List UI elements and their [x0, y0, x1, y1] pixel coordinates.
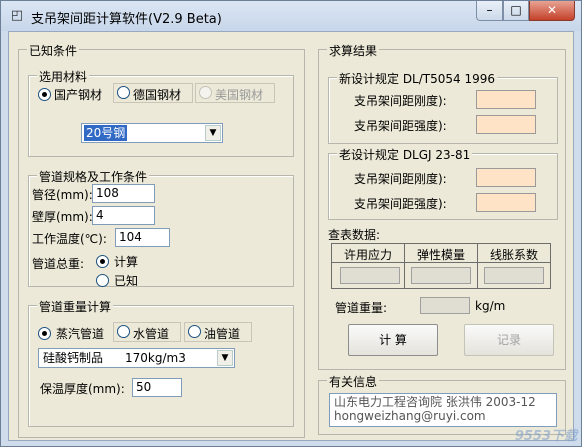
radio-steam-pipe[interactable] — [38, 327, 51, 340]
radio-oil-pipe[interactable] — [188, 325, 201, 338]
minimize-button[interactable]: – — [476, 1, 503, 21]
material-label: 选用材料 — [37, 68, 90, 85]
water-pipe-option[interactable]: 水管道 — [113, 322, 181, 342]
new-spec-label: 新设计规定 DL/T5054 1996 — [337, 70, 498, 87]
elastic-modulus-output — [411, 267, 471, 284]
radio-water-pipe[interactable] — [117, 325, 130, 338]
old-stiffness-output — [476, 168, 536, 187]
pipe-weight-output — [420, 297, 470, 314]
title-bar[interactable]: ◰ 支吊架间距计算软件(V2.9 Beta) – □ ✕ — [1, 1, 581, 31]
old-spec-label: 老设计规定 DLGJ 23-81 — [337, 146, 473, 163]
radio-german-steel[interactable] — [117, 86, 130, 99]
known-conditions-label: 已知条件 — [27, 42, 80, 59]
about-info-box: 山东电力工程咨询院 张洪伟 2003-12 hongweizhang@ruyi.… — [329, 393, 557, 427]
oil-pipe-label[interactable]: 油管道 — [204, 325, 240, 342]
new-stiffness-output — [476, 90, 536, 109]
results-label: 求算结果 — [327, 42, 380, 59]
old-strength-label: 支吊架间距强度): — [354, 197, 447, 211]
header-expansion-coef: 线胀系数 — [489, 248, 538, 262]
old-strength-output — [476, 193, 536, 212]
insulation-density-value: 170kg/m3 — [125, 351, 186, 365]
known-conditions-group: 已知条件 选用材料 国产钢材 德国钢材 美国钢材 20号钢 ▼ 管道规格及工作条… — [18, 42, 305, 438]
results-group: 求算结果 新设计规定 DL/T5054 1996 支吊架间距刚度): 支吊架间距… — [318, 42, 566, 370]
header-allowable-stress: 许用应力 — [343, 248, 392, 262]
german-steel-label[interactable]: 德国钢材 — [133, 86, 181, 103]
insulation-thickness-label: 保温厚度(mm): — [40, 382, 125, 396]
insulation-material-value: 硅酸钙制品 — [43, 351, 104, 365]
us-steel-option: 美国钢材 — [195, 83, 275, 103]
client-area: 已知条件 选用材料 国产钢材 德国钢材 美国钢材 20号钢 ▼ 管道规格及工作条… — [8, 31, 574, 441]
insulation-thickness-input[interactable]: 50 — [132, 378, 182, 397]
chevron-down-icon[interactable]: ▼ — [205, 125, 221, 141]
watermark-logo: 9553下载 — [514, 429, 577, 444]
calculate-button[interactable]: 计 算 — [348, 324, 438, 356]
pipe-spec-group: 管道规格及工作条件 管径(mm): 108 壁厚(mm): 4 工作温度(℃):… — [28, 168, 294, 289]
about-line-2: hongweizhang@ruyi.com — [334, 409, 486, 423]
pipe-spec-label: 管道规格及工作条件 — [37, 168, 150, 185]
pipe-weight-label: 管道重量: — [335, 301, 388, 315]
weight-calc-label[interactable]: 计算 — [114, 253, 138, 270]
us-steel-label: 美国钢材 — [215, 88, 264, 102]
wall-thickness-input[interactable]: 4 — [92, 206, 155, 225]
steel-grade-value: 20号钢 — [84, 125, 128, 141]
close-button[interactable]: ✕ — [529, 1, 575, 21]
old-stiffness-label: 支吊架间距刚度): — [354, 172, 447, 186]
new-spec-group: 新设计规定 DL/T5054 1996 支吊架间距刚度): 支吊架间距强度): — [328, 70, 558, 144]
domestic-steel-label[interactable]: 国产钢材 — [54, 86, 102, 103]
lookup-table: 许用应力 弹性模量 线胀系数 — [331, 243, 551, 289]
oil-pipe-option[interactable]: 油管道 — [184, 322, 252, 342]
maximize-button[interactable]: □ — [503, 1, 529, 21]
weight-known-label[interactable]: 已知 — [114, 272, 138, 289]
new-stiffness-label: 支吊架间距刚度): — [354, 94, 447, 108]
total-weight-label: 管道总重: — [32, 257, 85, 271]
app-icon[interactable]: ◰ — [9, 8, 25, 24]
old-spec-group: 老设计规定 DLGJ 23-81 支吊架间距刚度): 支吊架间距强度): — [328, 146, 558, 220]
diameter-label: 管径(mm): — [32, 188, 93, 202]
material-group: 选用材料 国产钢材 德国钢材 美国钢材 20号钢 ▼ — [28, 68, 294, 157]
allowable-stress-output — [340, 267, 400, 284]
diameter-input[interactable]: 108 — [92, 184, 155, 203]
chevron-down-icon[interactable]: ▼ — [217, 350, 233, 366]
radio-us-steel — [199, 86, 212, 99]
weight-calc-group: 管道重量计算 蒸汽管道 水管道 油管道 硅酸钙制品 170kg/m3 ▼ 保温厚… — [28, 298, 294, 427]
weight-calc-label-title: 管道重量计算 — [37, 298, 114, 315]
work-temp-label: 工作温度(℃): — [32, 232, 107, 246]
new-strength-label: 支吊架间距强度): — [354, 119, 447, 133]
app-window: ◰ 支吊架间距计算软件(V2.9 Beta) – □ ✕ 已知条件 选用材料 国… — [0, 0, 582, 447]
wall-thickness-label: 壁厚(mm): — [32, 210, 93, 224]
steam-pipe-label[interactable]: 蒸汽管道 — [56, 325, 104, 342]
pipe-weight-unit: kg/m — [475, 299, 506, 313]
radio-domestic-steel[interactable] — [38, 88, 51, 101]
steel-grade-select[interactable]: 20号钢 ▼ — [81, 123, 223, 143]
work-temp-input[interactable]: 104 — [115, 228, 170, 247]
about-label: 有关信息 — [327, 373, 380, 390]
record-button: 记录 — [464, 324, 554, 356]
radio-weight-calc[interactable] — [96, 255, 109, 268]
expansion-coef-output — [484, 267, 544, 284]
about-line-1: 山东电力工程咨询院 张洪伟 2003-12 — [334, 395, 536, 409]
lookup-data-label: 查表数据: — [328, 228, 381, 242]
window-title: 支吊架间距计算软件(V2.9 Beta) — [31, 12, 222, 27]
insulation-select[interactable]: 硅酸钙制品 170kg/m3 ▼ — [38, 348, 235, 368]
new-strength-output — [476, 115, 536, 134]
header-elastic-modulus: 弹性模量 — [416, 248, 465, 262]
water-pipe-label[interactable]: 水管道 — [133, 325, 169, 342]
german-steel-option[interactable]: 德国钢材 — [113, 83, 193, 103]
radio-weight-known[interactable] — [96, 274, 109, 287]
